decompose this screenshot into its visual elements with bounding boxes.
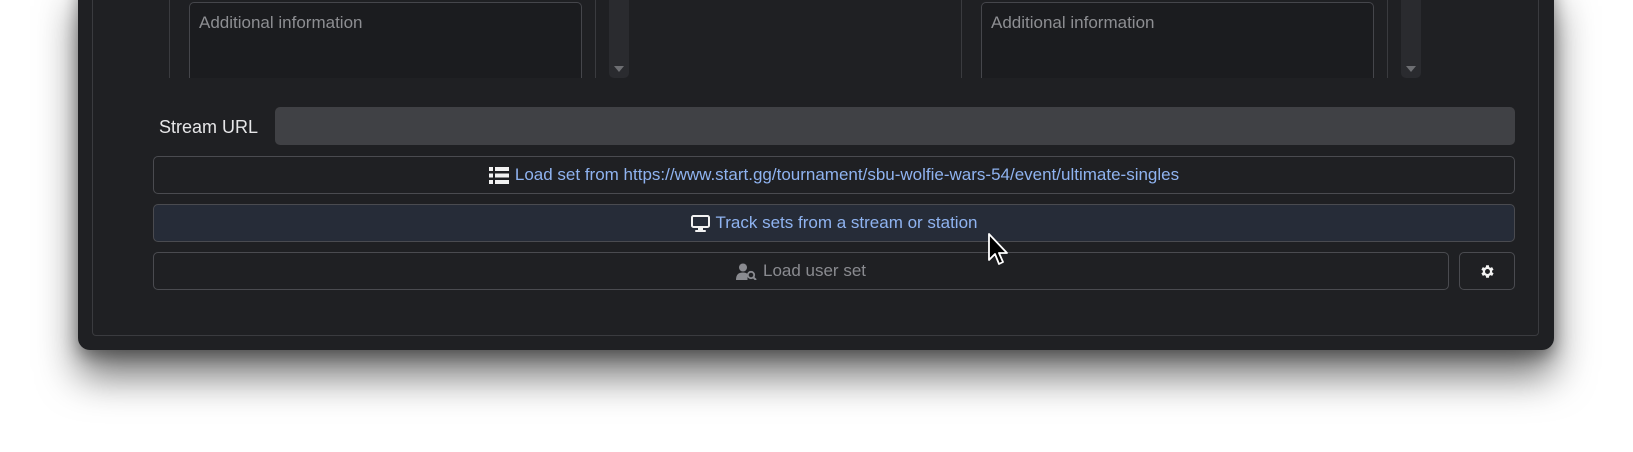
gear-icon <box>1479 263 1496 280</box>
load-user-set-label: Load user set <box>762 261 866 280</box>
stream-url-label: Stream URL <box>159 117 259 137</box>
app-window: Additional information Additional inform… <box>78 0 1554 350</box>
left-column-right-divider <box>595 0 596 78</box>
right-scrollbar[interactable] <box>1401 0 1421 78</box>
track-sets-label: Track sets from a stream or station <box>715 213 978 232</box>
right-additional-info-field[interactable]: Additional information <box>981 2 1374 78</box>
monitor-icon <box>690 214 710 232</box>
left-column-divider <box>169 0 170 78</box>
mouse-cursor-icon <box>988 233 1012 272</box>
settings-button[interactable] <box>1459 252 1515 290</box>
load-set-button[interactable]: Load set from https://www.start.gg/tourn… <box>153 156 1515 194</box>
load-user-set-button[interactable]: Load user set <box>153 252 1449 290</box>
track-sets-button[interactable]: Track sets from a stream or station <box>153 204 1515 242</box>
load-set-label: Load set from https://www.start.gg/tourn… <box>514 165 1180 184</box>
user-search-icon <box>735 263 757 280</box>
stream-url-input[interactable] <box>275 107 1515 145</box>
list-icon <box>488 166 509 184</box>
right-additional-info-placeholder: Additional information <box>991 13 1155 32</box>
right-column-divider <box>961 0 962 78</box>
scroll-down-arrow-icon[interactable] <box>1406 66 1416 72</box>
main-panel: Additional information Additional inform… <box>92 0 1539 336</box>
left-additional-info-placeholder: Additional information <box>199 13 363 32</box>
right-column-right-divider <box>1387 0 1388 78</box>
left-additional-info-field[interactable]: Additional information <box>189 2 582 78</box>
left-scrollbar[interactable] <box>609 0 629 78</box>
scroll-down-arrow-icon[interactable] <box>614 66 624 72</box>
